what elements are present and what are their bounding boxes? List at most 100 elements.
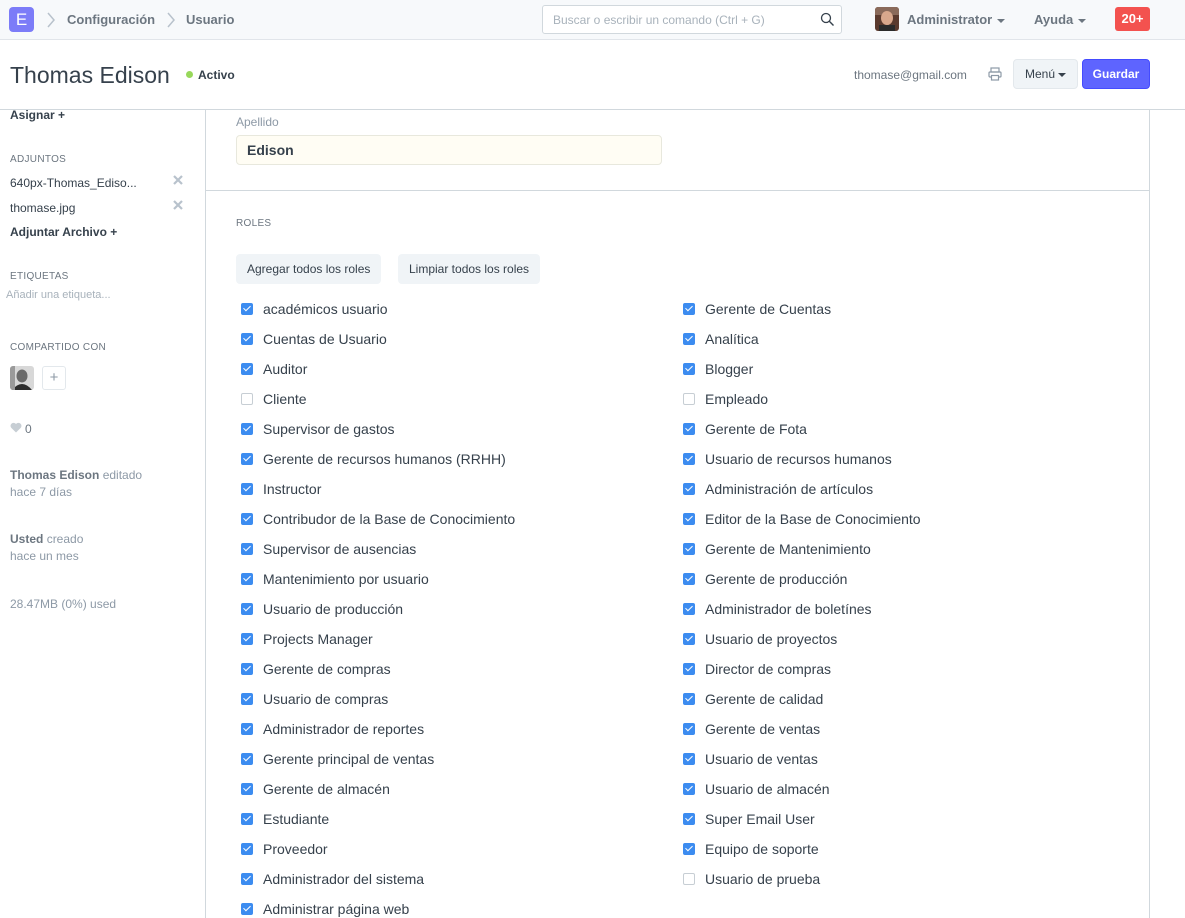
role-item[interactable]: Contribudor de la Base de Conocimiento (241, 509, 515, 529)
role-checkbox[interactable] (241, 693, 253, 705)
role-item[interactable]: Usuario de prueba (683, 869, 820, 889)
role-checkbox[interactable] (683, 693, 695, 705)
role-checkbox[interactable] (683, 663, 695, 675)
help-menu[interactable]: Ayuda (1034, 12, 1087, 27)
role-item[interactable]: Auditor (241, 359, 307, 379)
assign-link[interactable]: Asignar + (10, 108, 65, 122)
role-checkbox[interactable] (683, 633, 695, 645)
role-checkbox[interactable] (241, 483, 253, 495)
remove-attachment-icon[interactable] (172, 199, 184, 211)
role-checkbox[interactable] (683, 543, 695, 555)
role-checkbox[interactable] (683, 753, 695, 765)
role-checkbox[interactable] (241, 513, 253, 525)
role-checkbox[interactable] (683, 813, 695, 825)
role-checkbox[interactable] (683, 573, 695, 585)
user-menu[interactable]: Administrator (907, 12, 1006, 27)
role-item[interactable]: Gerente de calidad (683, 689, 823, 709)
role-checkbox[interactable] (683, 513, 695, 525)
role-checkbox[interactable] (241, 903, 253, 915)
app-logo[interactable]: E (9, 7, 34, 32)
role-checkbox[interactable] (241, 393, 253, 405)
role-checkbox[interactable] (683, 873, 695, 885)
role-item[interactable]: Estudiante (241, 809, 329, 829)
last-name-field[interactable] (236, 135, 662, 165)
role-item[interactable]: Empleado (683, 389, 768, 409)
role-checkbox[interactable] (241, 873, 253, 885)
role-checkbox[interactable] (683, 453, 695, 465)
role-item[interactable]: Usuario de recursos humanos (683, 449, 892, 469)
role-checkbox[interactable] (683, 393, 695, 405)
role-checkbox[interactable] (241, 543, 253, 555)
search-input[interactable] (543, 6, 813, 33)
role-checkbox[interactable] (241, 663, 253, 675)
clear-all-roles-button[interactable]: Limpiar todos los roles (398, 254, 541, 284)
print-icon[interactable] (988, 67, 1002, 84)
role-item[interactable]: Administrador de boletínes (683, 599, 872, 619)
role-checkbox[interactable] (241, 753, 253, 765)
role-item[interactable]: Gerente de recursos humanos (RRHH) (241, 449, 506, 469)
save-button[interactable]: Guardar (1082, 59, 1150, 89)
role-item[interactable]: Administración de artículos (683, 479, 873, 499)
role-item[interactable]: Gerente de Fota (683, 419, 807, 439)
activity-user[interactable]: Thomas Edison (10, 468, 99, 482)
role-checkbox[interactable] (241, 453, 253, 465)
role-checkbox[interactable] (683, 363, 695, 375)
breadcrumb-configuracion[interactable]: Configuración (67, 12, 155, 27)
role-checkbox[interactable] (241, 573, 253, 585)
role-checkbox[interactable] (241, 423, 253, 435)
role-item[interactable]: Projects Manager (241, 629, 373, 649)
role-item[interactable]: Usuario de almacén (683, 779, 830, 799)
role-item[interactable]: Instructor (241, 479, 321, 499)
role-checkbox[interactable] (683, 333, 695, 345)
role-checkbox[interactable] (683, 483, 695, 495)
role-item[interactable]: Administrador del sistema (241, 869, 424, 889)
role-checkbox[interactable] (241, 843, 253, 855)
role-item[interactable]: Gerente de Cuentas (683, 299, 831, 319)
role-item[interactable]: Cliente (241, 389, 307, 409)
shared-user-avatar[interactable] (10, 366, 34, 390)
heart-icon[interactable] (10, 421, 22, 436)
role-checkbox[interactable] (683, 603, 695, 615)
likes[interactable]: 0 (10, 421, 32, 436)
role-item[interactable]: Blogger (683, 359, 753, 379)
role-item[interactable]: Analítica (683, 329, 759, 349)
role-checkbox[interactable] (683, 843, 695, 855)
role-checkbox[interactable] (241, 363, 253, 375)
role-item[interactable]: Usuario de proyectos (683, 629, 837, 649)
role-item[interactable]: Gerente de Mantenimiento (683, 539, 871, 559)
add-share-button[interactable]: + (42, 366, 66, 390)
role-item[interactable]: Administrador de reportes (241, 719, 424, 739)
role-checkbox[interactable] (241, 303, 253, 315)
attachment-item[interactable]: 640px-Thomas_Ediso... (10, 176, 150, 190)
user-avatar[interactable] (875, 7, 899, 31)
role-item[interactable]: Equipo de soporte (683, 839, 819, 859)
remove-attachment-icon[interactable] (172, 174, 184, 186)
add-tag-input[interactable]: Añadir una etiqueta... (6, 289, 111, 301)
role-checkbox[interactable] (241, 813, 253, 825)
role-item[interactable]: Supervisor de gastos (241, 419, 395, 439)
role-checkbox[interactable] (683, 723, 695, 735)
role-item[interactable]: Mantenimiento por usuario (241, 569, 429, 589)
search-icon[interactable] (820, 12, 835, 30)
role-item[interactable]: Proveedor (241, 839, 328, 859)
attach-file-link[interactable]: Adjuntar Archivo + (10, 225, 117, 239)
role-item[interactable]: Super Email User (683, 809, 815, 829)
add-all-roles-button[interactable]: Agregar todos los roles (236, 254, 382, 284)
notification-badge[interactable]: 20+ (1115, 7, 1150, 31)
role-checkbox[interactable] (241, 723, 253, 735)
role-item[interactable]: Usuario de producción (241, 599, 403, 619)
role-item[interactable]: académicos usuario (241, 299, 388, 319)
role-checkbox[interactable] (241, 333, 253, 345)
role-item[interactable]: Administrar página web (241, 899, 409, 918)
role-item[interactable]: Gerente de producción (683, 569, 847, 589)
role-item[interactable]: Gerente de almacén (241, 779, 390, 799)
role-item[interactable]: Cuentas de Usuario (241, 329, 387, 349)
role-checkbox[interactable] (683, 423, 695, 435)
role-item[interactable]: Gerente principal de ventas (241, 749, 434, 769)
role-item[interactable]: Gerente de ventas (683, 719, 820, 739)
role-item[interactable]: Gerente de compras (241, 659, 391, 679)
role-checkbox[interactable] (241, 783, 253, 795)
menu-button[interactable]: Menú (1013, 59, 1078, 89)
role-item[interactable]: Supervisor de ausencias (241, 539, 416, 559)
role-checkbox[interactable] (241, 633, 253, 645)
